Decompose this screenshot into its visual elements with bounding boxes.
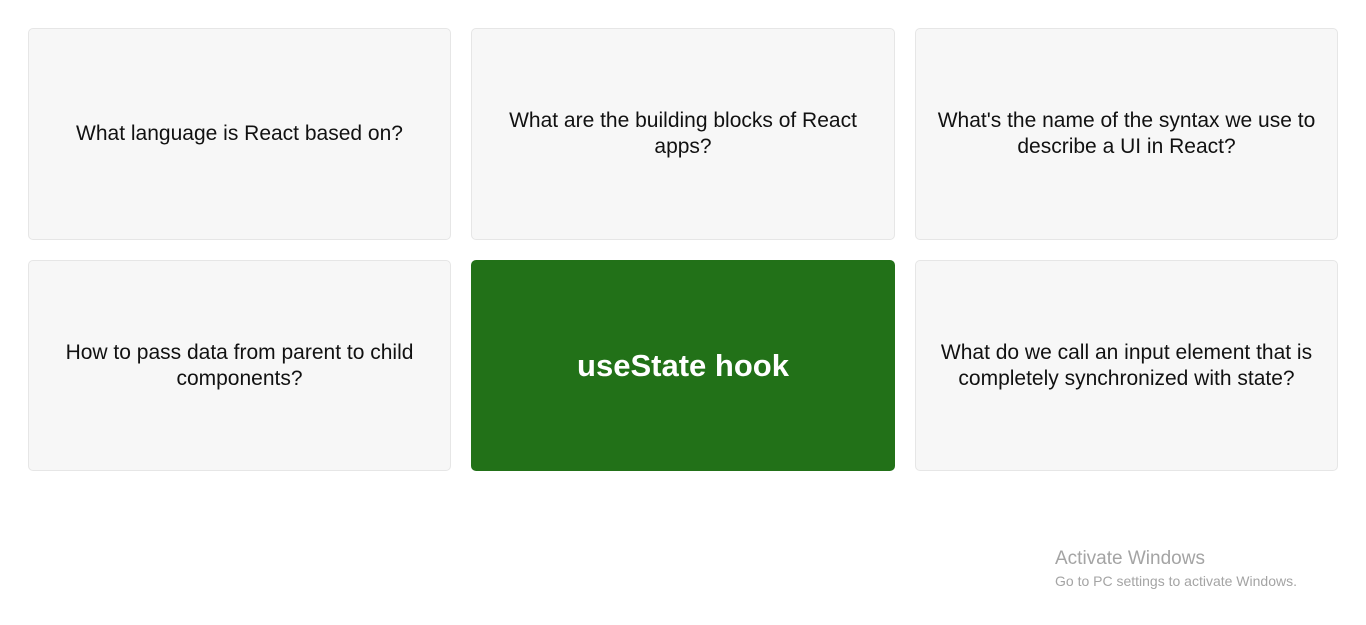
flashcard-5-selected[interactable]: useState hook bbox=[471, 260, 895, 471]
flashcard-text: How to pass data from parent to child co… bbox=[65, 340, 414, 390]
flashcard-text: What's the name of the syntax we use to … bbox=[937, 109, 1316, 158]
flashcard-3[interactable]: What's the name of the syntax we use to … bbox=[915, 28, 1338, 240]
flashcard-text: What do we call an input element that is… bbox=[940, 340, 1313, 390]
activate-windows-watermark: Activate Windows Go to PC settings to ac… bbox=[1055, 548, 1297, 592]
watermark-title: Activate Windows bbox=[1055, 548, 1205, 569]
flashcard-1[interactable]: What language is React based on? bbox=[28, 28, 451, 240]
flashcard-text: What language is React based on? bbox=[76, 122, 403, 145]
watermark-subtitle: Go to PC settings to activate Windows. bbox=[1055, 573, 1297, 589]
flashcard-answer-text: useState hook bbox=[577, 347, 789, 383]
flashcard-text: What are the building blocks of React ap… bbox=[509, 109, 857, 158]
flashcards-grid: What language is React based on? What ar… bbox=[28, 28, 1338, 471]
flashcard-6[interactable]: What do we call an input element that is… bbox=[915, 260, 1338, 471]
flashcard-2[interactable]: What are the building blocks of React ap… bbox=[471, 28, 895, 240]
flashcard-4[interactable]: How to pass data from parent to child co… bbox=[28, 260, 451, 471]
